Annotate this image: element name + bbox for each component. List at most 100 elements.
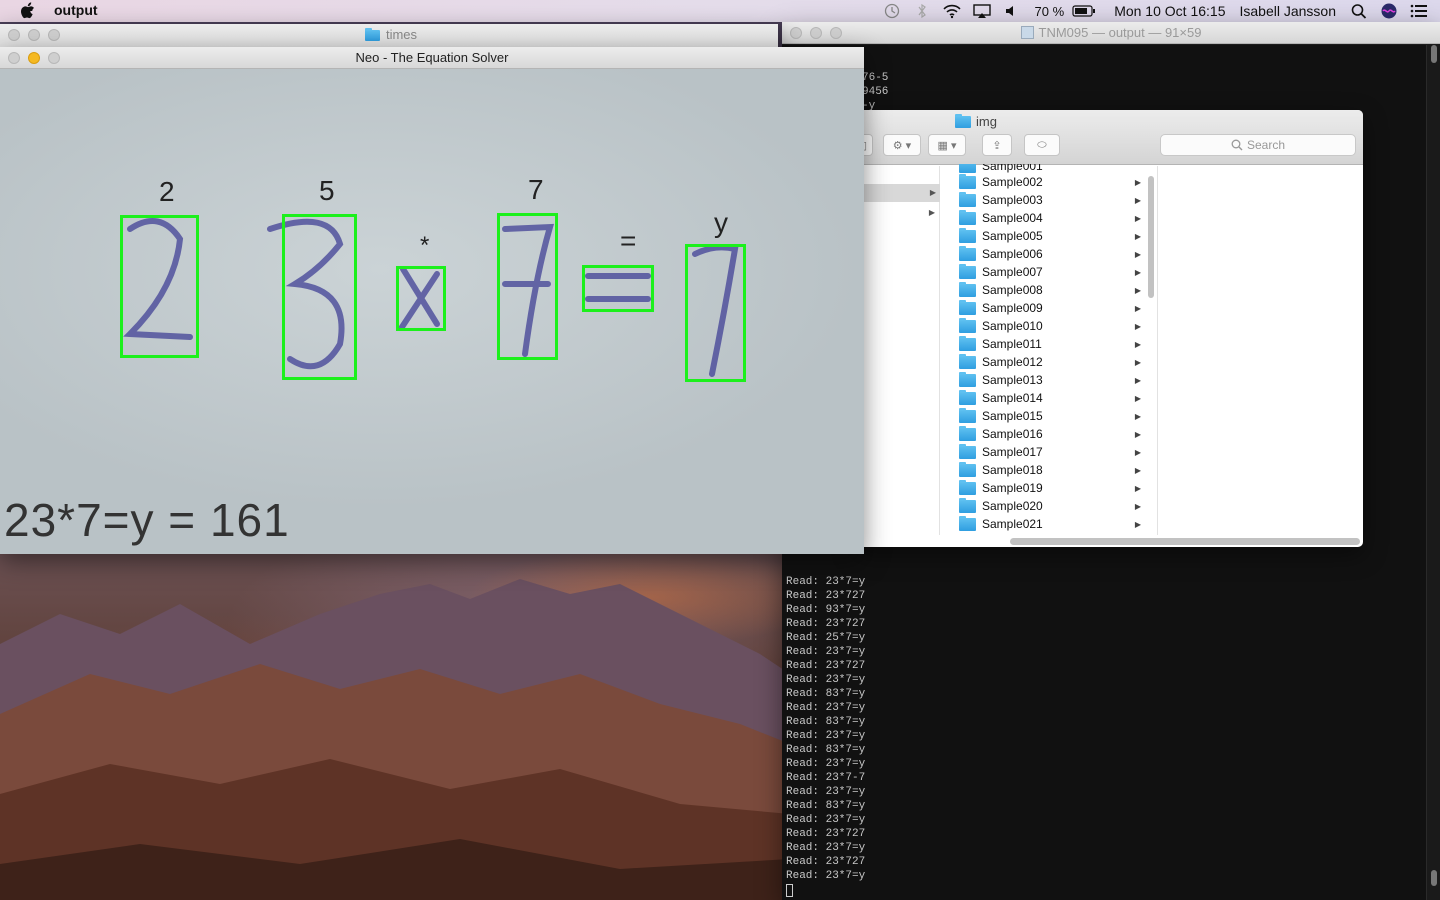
finder-column-samples[interactable]: Sample001 Sample002 ▶ Sample003 ▶ Sample004 ▶… xyxy=(955,164,1151,535)
time-machine-icon[interactable] xyxy=(883,3,901,19)
close-button[interactable] xyxy=(790,27,802,39)
list-item[interactable]: Sample020 ▶ xyxy=(955,497,1151,515)
tag-button[interactable]: ⬭ xyxy=(1024,134,1060,156)
battery-icon[interactable] xyxy=(1072,3,1096,19)
disclosure-arrow-icon[interactable]: ▶ xyxy=(1135,196,1141,205)
action-gear-button[interactable]: ⚙ ▾ xyxy=(883,134,921,156)
disclosure-arrow-icon[interactable]: ▶ xyxy=(1135,268,1141,277)
disclosure-arrow-icon[interactable]: ▶ xyxy=(1135,178,1141,187)
disclosure-arrow-icon[interactable]: ▶ xyxy=(1135,412,1141,421)
finder-horizontal-scrollbar[interactable] xyxy=(1010,538,1360,545)
zoom-button[interactable] xyxy=(830,27,842,39)
selected-parent-row[interactable]: ▶ xyxy=(855,184,940,202)
terminal-line: Read: 23*727 xyxy=(786,618,866,630)
siri-icon[interactable] xyxy=(1380,3,1398,19)
user-name[interactable]: Isabell Jansson xyxy=(1239,3,1336,19)
list-item[interactable]: Sample009 ▶ xyxy=(955,299,1151,317)
list-item-label: Sample008 xyxy=(982,283,1043,297)
disclosure-arrow-icon[interactable]: ▶ xyxy=(1135,358,1141,367)
list-item[interactable]: Sample021 ▶ xyxy=(955,515,1151,533)
terminal-line: Read: 23*7=y xyxy=(786,702,866,714)
finder-column-parent[interactable]: ▶ ▶ xyxy=(855,166,940,535)
list-item-label: Sample020 xyxy=(982,499,1043,513)
list-item[interactable]: Sample017 ▶ xyxy=(955,443,1151,461)
finder-vertical-scrollbar[interactable] xyxy=(1148,176,1154,298)
finder-toolbar[interactable]: img ▯ ⚙ ▾ ▦ ▾ ⇪ ⬭ Search xyxy=(855,110,1363,165)
list-item-label: Sample012 xyxy=(982,355,1043,369)
active-app-name[interactable]: output xyxy=(54,2,98,18)
times-title-bar[interactable]: times xyxy=(0,24,778,46)
disclosure-arrow-icon[interactable]: ▶ xyxy=(1135,466,1141,475)
disclosure-arrow-icon[interactable]: ▶ xyxy=(1135,520,1141,529)
list-item[interactable]: Sample014 ▶ xyxy=(955,389,1151,407)
list-item[interactable]: Sample015 ▶ xyxy=(955,407,1151,425)
disclosure-arrow-icon[interactable]: ▶ xyxy=(1135,502,1141,511)
disclosure-arrow-icon[interactable]: ▶ xyxy=(1135,322,1141,331)
detection-box-operator-times xyxy=(396,266,446,331)
list-item[interactable]: Sample002 ▶ xyxy=(955,173,1151,191)
disclosure-arrow-icon[interactable]: ▶ xyxy=(1135,376,1141,385)
list-item[interactable]: Sample010 ▶ xyxy=(955,317,1151,335)
list-item[interactable]: Sample006 ▶ xyxy=(955,245,1151,263)
list-item[interactable]: Sample013 ▶ xyxy=(955,371,1151,389)
terminal-title: TNM095 — output — 91×59 xyxy=(1038,25,1202,40)
wifi-icon[interactable] xyxy=(942,3,961,19)
terminal-line: Read: 23*7=y xyxy=(786,758,866,770)
neo-equation-solver-window[interactable]: Neo - The Equation Solver 2 5 * 7 = y 23… xyxy=(0,47,864,554)
minimize-button[interactable] xyxy=(810,27,822,39)
clock[interactable]: Mon 10 Oct 16:15 xyxy=(1114,3,1225,19)
spotlight-search-icon[interactable] xyxy=(1350,3,1368,19)
list-item[interactable]: Sample007 ▶ xyxy=(955,263,1151,281)
finder-column-preview xyxy=(1157,166,1363,535)
list-item[interactable]: Sample004 ▶ xyxy=(955,209,1151,227)
terminal-line: Read: 23*7=y xyxy=(786,814,866,826)
close-button[interactable] xyxy=(8,29,20,41)
list-item[interactable]: Sample003 ▶ xyxy=(955,191,1151,209)
equation-result: 23*7=y = 161 xyxy=(4,494,290,546)
disclosure-arrow-icon[interactable]: ▶ xyxy=(1135,304,1141,313)
recognized-label: 2 xyxy=(159,176,175,207)
terminal-scrollbar[interactable] xyxy=(1426,45,1440,900)
close-button[interactable] xyxy=(8,52,20,64)
disclosure-arrow-icon[interactable]: ▶ xyxy=(1135,286,1141,295)
list-item[interactable]: Sample018 ▶ xyxy=(955,461,1151,479)
neo-title-bar[interactable]: Neo - The Equation Solver xyxy=(0,47,864,69)
recognized-label: y xyxy=(714,207,728,238)
folder-icon xyxy=(959,479,976,495)
share-button[interactable]: ⇪ xyxy=(982,134,1012,156)
img-finder-window[interactable]: img ▯ ⚙ ▾ ▦ ▾ ⇪ ⬭ Search ▶ ▶ Sample001 S… xyxy=(855,110,1363,547)
disclosure-arrow-icon[interactable]: ▶ xyxy=(1135,448,1141,457)
bluetooth-icon[interactable] xyxy=(913,3,931,19)
list-item[interactable]: Sample019 ▶ xyxy=(955,479,1151,497)
disclosure-arrow-icon[interactable]: ▶ xyxy=(1135,394,1141,403)
disclosure-arrow-icon[interactable]: ▶ xyxy=(1135,214,1141,223)
expand-arrow[interactable]: ▶ xyxy=(929,208,935,217)
disclosure-arrow-icon[interactable]: ▶ xyxy=(1135,340,1141,349)
folder-icon xyxy=(364,28,380,41)
list-item[interactable]: Sample012 ▶ xyxy=(955,353,1151,371)
list-item[interactable]: Sample016 ▶ xyxy=(955,425,1151,443)
list-item[interactable]: Sample001 xyxy=(955,164,1151,173)
notification-center-icon[interactable] xyxy=(1410,3,1428,19)
terminal-title-bar[interactable]: TNM095 — output — 91×59 xyxy=(782,22,1440,44)
arrange-button[interactable]: ▦ ▾ xyxy=(928,134,966,156)
disclosure-arrow-icon[interactable]: ▶ xyxy=(1135,430,1141,439)
minimize-button[interactable] xyxy=(28,29,40,41)
minimize-button[interactable] xyxy=(28,52,40,64)
apple-menu-icon[interactable] xyxy=(20,2,35,19)
disclosure-arrow-icon[interactable]: ▶ xyxy=(1135,250,1141,259)
terminal-line: Read: 23*7=y xyxy=(786,786,866,798)
volume-icon[interactable] xyxy=(1003,3,1021,19)
terminal-line: Read: 23*7=y xyxy=(786,730,866,742)
list-item[interactable]: Sample005 ▶ xyxy=(955,227,1151,245)
search-field[interactable]: Search xyxy=(1160,134,1356,156)
airplay-icon[interactable] xyxy=(972,3,991,19)
zoom-button[interactable] xyxy=(48,29,60,41)
folder-icon xyxy=(959,461,976,477)
zoom-button[interactable] xyxy=(48,52,60,64)
disclosure-arrow-icon[interactable]: ▶ xyxy=(1135,232,1141,241)
list-item[interactable]: Sample008 ▶ xyxy=(955,281,1151,299)
list-item[interactable]: Sample011 ▶ xyxy=(955,335,1151,353)
disclosure-arrow-icon[interactable]: ▶ xyxy=(1135,484,1141,493)
terminal-line: Read: 83*7=y xyxy=(786,716,866,728)
